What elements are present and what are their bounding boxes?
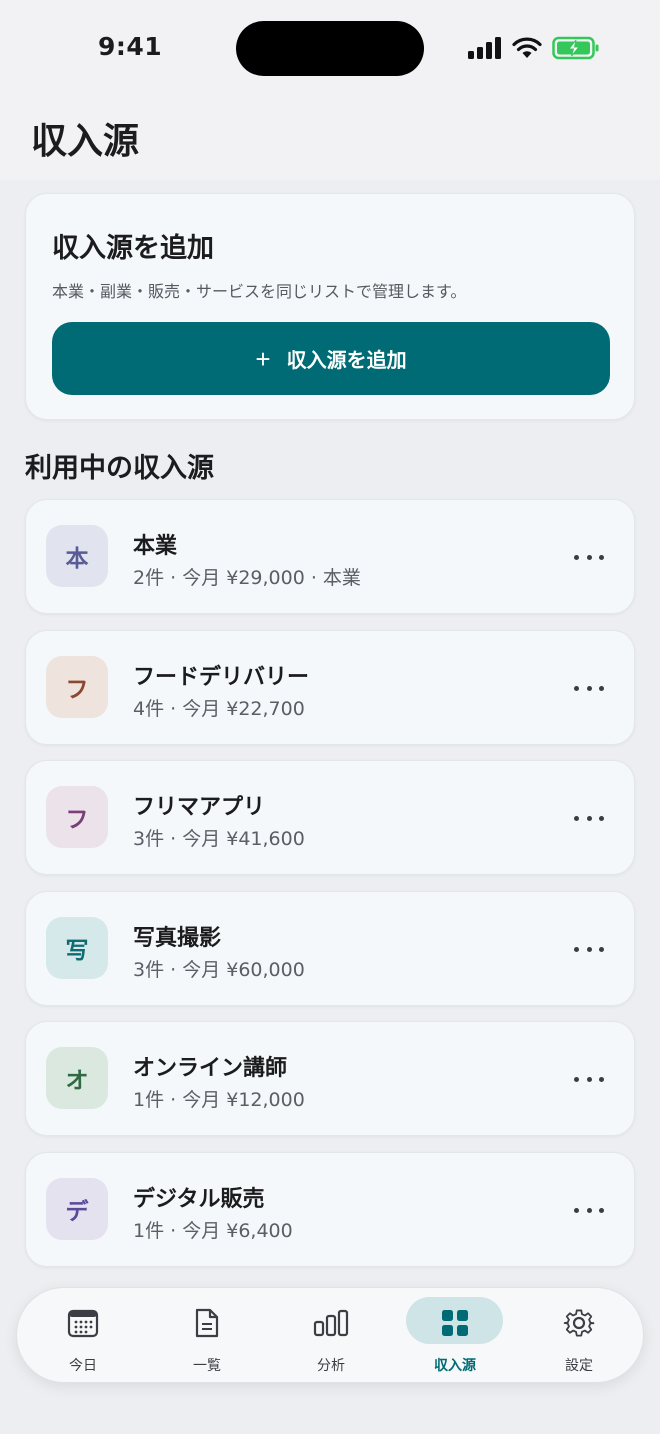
source-name: デジタル販売 [133,1187,265,1212]
section-title: 利用中の収入源 [25,453,214,484]
source-meta: 1件 · 今月 ¥6,400 [133,1220,293,1242]
tab-analysis-label: 分析 [317,1358,345,1374]
add-card-description: 本業・副業・販売・サービスを同じリストで管理します。 [52,282,467,301]
more-options-icon[interactable] [574,1069,604,1089]
more-options-icon[interactable] [574,547,604,567]
add-source-button-label: 収入源を追加 [286,350,407,372]
income-source-card[interactable]: 本本業 2件 · 今月 ¥29,000 · 本業 [25,499,635,614]
source-name: 写真撮影 [133,926,222,951]
source-meta: 2件 · 今月 ¥29,000 · 本業 [133,567,361,589]
tab-today-label: 今日 [69,1358,97,1374]
source-avatar: フ [46,656,108,718]
page-title: 収入源 [31,121,140,162]
tab-settings-label: 設定 [565,1358,593,1374]
more-options-icon[interactable] [574,1200,604,1220]
tab-income-sources-label: 収入源 [434,1358,476,1374]
source-name: フードデリバリー [133,665,310,690]
add-source-button[interactable]: + 収入源を追加 [52,322,610,395]
more-options-icon[interactable] [574,808,604,828]
more-options-icon[interactable] [574,939,604,959]
dynamic-island [236,21,424,76]
add-source-card: 収入源を追加 本業・副業・販売・サービスを同じリストで管理します。 + 収入源を… [25,193,635,420]
source-meta: 3件 · 今月 ¥60,000 [133,959,305,981]
tab-bar: 今日 一覧 分析 収入源 設定 [16,1287,644,1383]
source-avatar: 本 [46,525,108,587]
add-card-title: 収入源を追加 [52,233,214,264]
grid-icon [442,1310,468,1336]
source-avatar: フ [46,786,108,848]
tab-list-label: 一覧 [193,1358,221,1374]
status-time: 9:41 [98,32,163,61]
plus-icon: + [255,343,271,374]
gear-icon [563,1309,595,1337]
income-source-card[interactable]: デデジタル販売 1件 · 今月 ¥6,400 [25,1152,635,1267]
signal-icon [468,37,501,59]
source-avatar: 写 [46,917,108,979]
tab-today[interactable]: 今日 [21,1288,145,1384]
status-icons [468,36,600,60]
tab-settings[interactable]: 設定 [517,1288,641,1384]
source-meta: 1件 · 今月 ¥12,000 [133,1089,305,1111]
tab-list[interactable]: 一覧 [145,1288,269,1384]
source-avatar: デ [46,1178,108,1240]
income-source-card[interactable]: フフードデリバリー 4件 · 今月 ¥22,700 [25,630,635,745]
source-avatar: オ [46,1047,108,1109]
income-source-card[interactable]: 写写真撮影 3件 · 今月 ¥60,000 [25,891,635,1006]
more-options-icon[interactable] [574,678,604,698]
source-name: フリマアプリ [133,795,266,820]
income-source-card[interactable]: フフリマアプリ 3件 · 今月 ¥41,600 [25,760,635,875]
source-meta: 4件 · 今月 ¥22,700 [133,698,305,720]
source-meta: 3件 · 今月 ¥41,600 [133,828,305,850]
status-bar: 9:41 [0,0,660,96]
calendar-icon [67,1309,99,1338]
tab-income-sources[interactable]: 収入源 [393,1288,517,1384]
battery-charging-icon [552,36,599,60]
source-name: 本業 [133,534,178,559]
source-name: オンライン講師 [133,1056,288,1081]
document-icon [195,1308,219,1338]
header-area: 9:41 収入源 [0,0,660,180]
tab-analysis[interactable]: 分析 [269,1288,393,1384]
wifi-icon [512,37,542,58]
bar-chart-icon [313,1309,349,1337]
income-source-card[interactable]: オオンライン講師 1件 · 今月 ¥12,000 [25,1021,635,1136]
